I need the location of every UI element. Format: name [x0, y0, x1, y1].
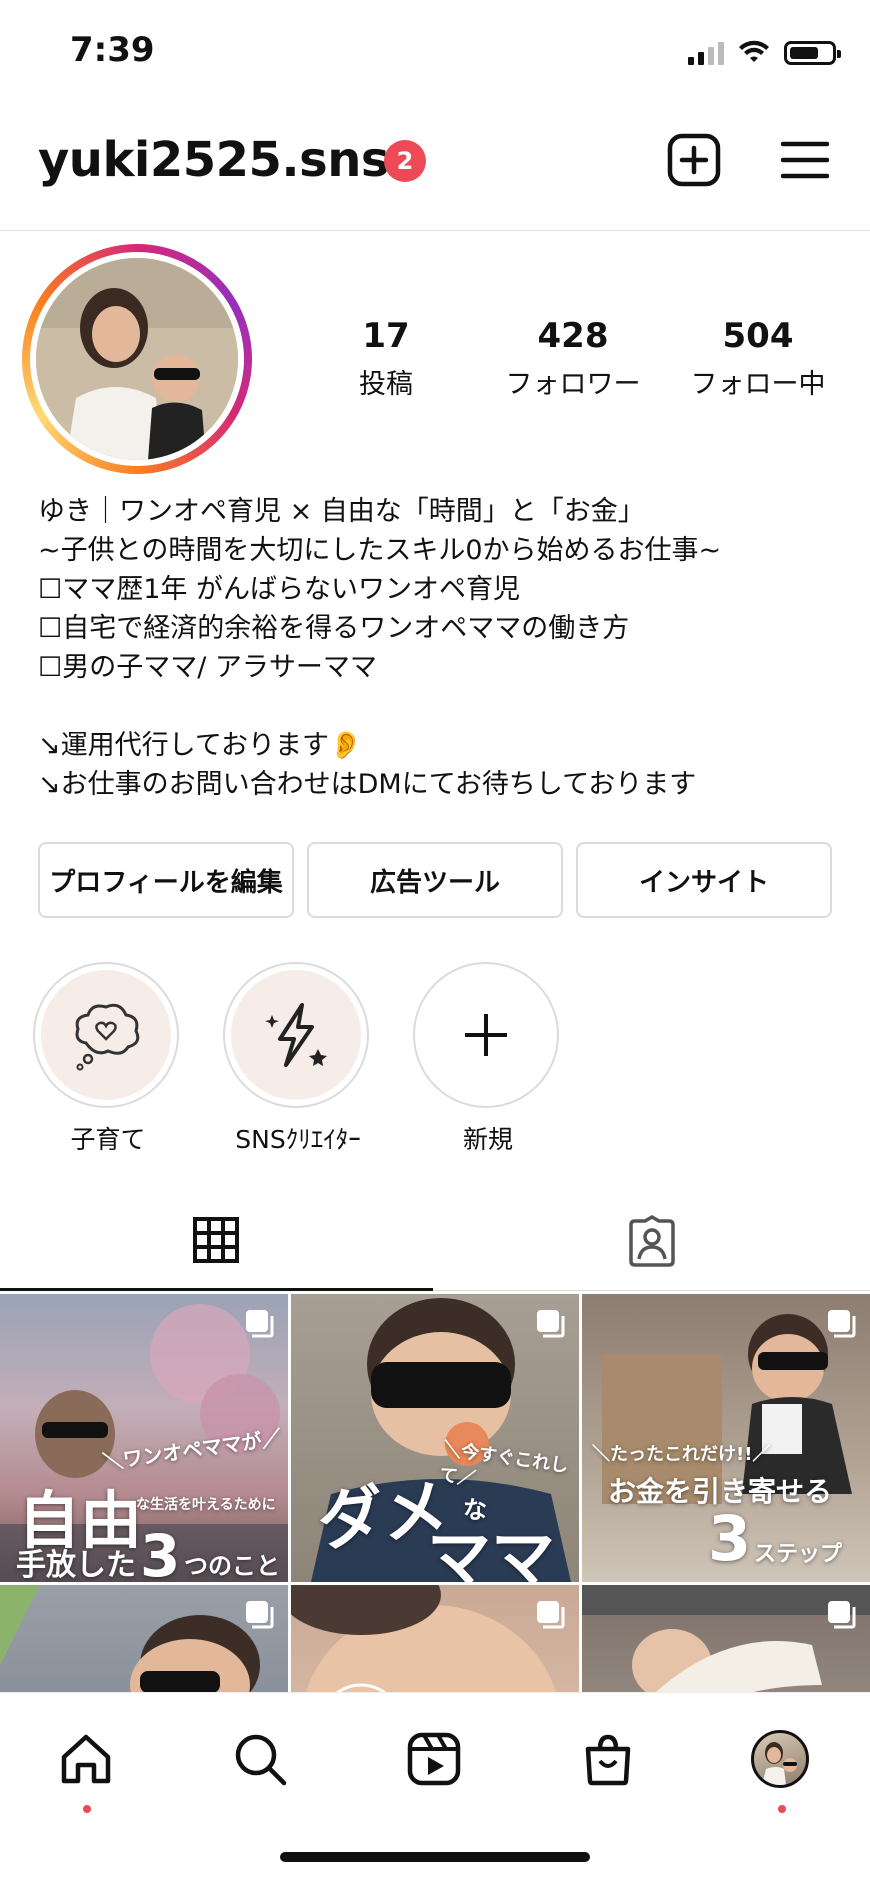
insights-button[interactable]: インサイト [576, 842, 832, 918]
post-caption-line: ステップ [754, 1542, 843, 1567]
highlight-label: 子育て [70, 1125, 146, 1154]
stat-followers[interactable]: 428 フォロワー [483, 316, 663, 401]
post-thumbnail[interactable]: ＼今すぐこれして／ ダメ な ママ [291, 1294, 579, 1582]
create-post-icon[interactable] [664, 130, 724, 190]
battery-icon [784, 41, 841, 65]
post-thumbnail[interactable]: ＼ワンオペママが／ 自由 な生活を叶えるために 手放した 3 つのこと [0, 1294, 288, 1582]
post-caption-line: な生活を叶えるために [136, 1497, 276, 1513]
stat-followers-label: フォロワー [505, 369, 641, 400]
signal-icon [688, 41, 724, 65]
post-caption-line: ママ [427, 1523, 555, 1582]
bio-line: ~子供との時間を大切にしたスキル0から始めるお仕事~ [38, 535, 722, 566]
multi-post-icon [537, 1310, 565, 1338]
highlight-label: SNSｸﾘｴｲﾀｰ [235, 1125, 361, 1154]
stat-posts[interactable]: 17 投稿 [296, 316, 476, 401]
tab-grid[interactable] [188, 1212, 244, 1268]
bio-line: ↘お仕事のお問い合わせはDMにてお待ちしております [38, 769, 697, 800]
profile-bio: ゆき｜ワンオペ育児 × 自由な「時間」と「お金」 ~子供との時間を大切にしたスキ… [38, 492, 838, 804]
post-caption-line: つのこと [184, 1552, 280, 1580]
tab-active-indicator [0, 1288, 433, 1291]
home-activity-dot [83, 1805, 91, 1813]
profile-photo [36, 258, 238, 460]
multi-post-icon [246, 1310, 274, 1338]
post-thumbnail[interactable] [582, 1585, 870, 1692]
stat-followers-count: 428 [537, 316, 609, 356]
post-thumbnail[interactable] [0, 1585, 288, 1692]
status-time: 7:39 [70, 30, 155, 70]
post-caption-line: 3 [708, 1502, 752, 1575]
bio-line [38, 687, 838, 726]
home-icon[interactable] [56, 1729, 116, 1789]
menu-icon[interactable] [776, 132, 834, 188]
grid-icon [193, 1217, 239, 1263]
tagged-person-icon [629, 1215, 675, 1267]
bio-line: ↘運用代行しております👂 [38, 730, 363, 761]
multi-post-icon [828, 1310, 856, 1338]
multi-post-icon [246, 1601, 274, 1629]
status-icons [688, 38, 841, 68]
highlight-label: 新規 [462, 1125, 513, 1154]
post-caption-line: 3 [140, 1522, 181, 1582]
highlight-parenting[interactable]: 子育て [33, 962, 183, 1156]
stat-following-label: フォロー中 [690, 369, 826, 400]
highlight-new[interactable]: 新規 [413, 962, 563, 1156]
stat-posts-count: 17 [362, 316, 410, 356]
stat-following-count: 504 [722, 316, 794, 356]
posts-grid: ＼ワンオペママが／ 自由 な生活を叶えるために 手放した 3 つのこと ＼今すぐ… [0, 1294, 870, 1692]
search-icon[interactable] [230, 1729, 290, 1789]
post-caption-line: ＼たったこれだけ!!／ [592, 1444, 771, 1465]
tab-tagged[interactable] [622, 1212, 682, 1272]
profile-username[interactable]: yuki2525.sns [38, 132, 389, 188]
lightning-icon [265, 1003, 327, 1067]
highlight-sns-creator[interactable]: SNSｸﾘｴｲﾀｰ [223, 962, 373, 1156]
shop-icon[interactable] [578, 1729, 638, 1789]
profile-avatar[interactable] [750, 1729, 810, 1789]
profile-avatar-ring[interactable] [22, 244, 252, 474]
stat-posts-label: 投稿 [359, 369, 413, 400]
header-divider [0, 230, 870, 231]
reels-icon[interactable] [404, 1729, 464, 1789]
bio-line: ☐ママ歴1年 がんばらないワンオペ育児 [38, 574, 520, 605]
multi-post-icon [828, 1601, 856, 1629]
bio-line: ☐男の子ママ/ アラサーママ [38, 652, 377, 683]
profile-activity-dot [778, 1805, 786, 1813]
notification-badge[interactable]: 2 [384, 140, 426, 182]
bio-line: ☐自宅で経済的余裕を得るワンオペママの働き方 [38, 613, 630, 644]
post-caption-line: 手放した [16, 1548, 136, 1582]
multi-post-icon [537, 1601, 565, 1629]
post-thumbnail[interactable]: ＼たったこれだけ!!／ お金を引き寄せる 3 ステップ [582, 1294, 870, 1582]
bio-line: ゆき｜ワンオペ育児 × 自由な「時間」と「お金」 [38, 496, 645, 527]
thought-heart-icon [75, 1003, 140, 1071]
stat-following[interactable]: 504 フォロー中 [668, 316, 848, 401]
ad-tools-button[interactable]: 広告ツール [307, 842, 563, 918]
wifi-icon [739, 40, 769, 62]
home-indicator [280, 1852, 590, 1862]
plus-icon [465, 1014, 507, 1056]
post-thumbnail[interactable] [291, 1585, 579, 1692]
edit-profile-button[interactable]: プロフィールを編集 [38, 842, 294, 918]
